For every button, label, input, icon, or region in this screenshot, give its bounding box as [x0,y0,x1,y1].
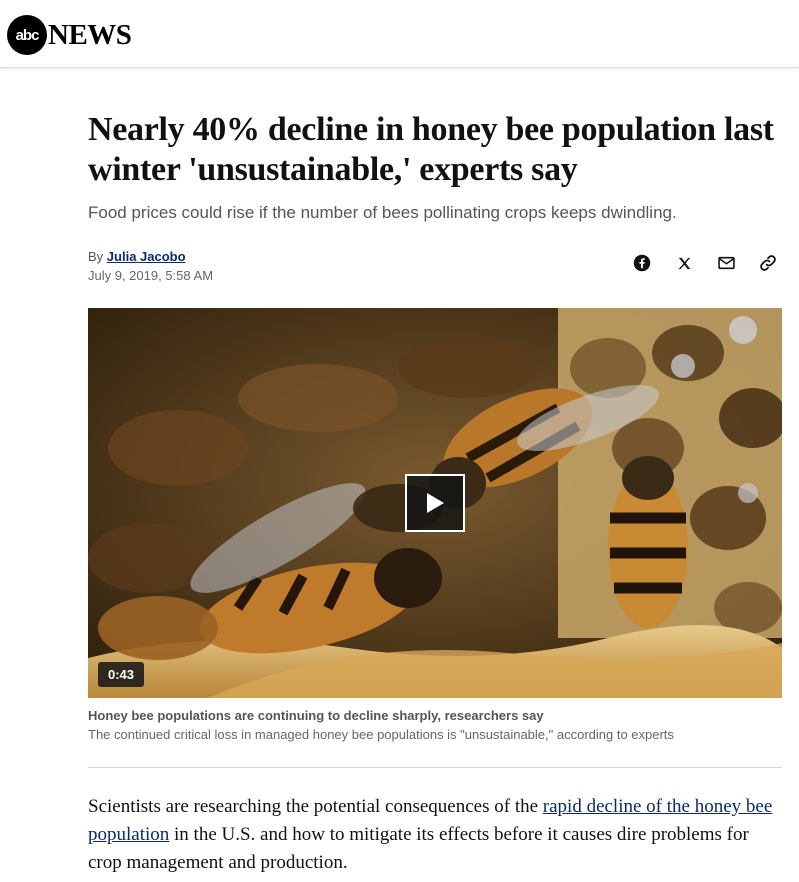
video-caption-text: The continued critical loss in managed h… [88,727,674,742]
video-player[interactable]: 0:43 [88,308,782,698]
link-icon [760,255,776,271]
byline: By Julia Jacobo [88,248,186,266]
abc-news-logo[interactable]: abc NEWS [7,15,132,55]
news-wordmark: NEWS [48,18,132,51]
site-header: abc NEWS [0,0,799,68]
share-bar [628,252,782,274]
video-duration: 0:43 [98,662,145,687]
facebook-share-button[interactable] [628,252,656,274]
copy-link-button[interactable] [754,252,782,274]
email-icon [717,256,735,270]
email-share-button[interactable] [712,252,740,274]
abc-logo-mark: abc [7,15,47,55]
play-icon [427,493,444,513]
publish-date: July 9, 2019, 5:58 AM [88,268,214,283]
facebook-icon [633,254,651,272]
body-text-start: Scientists are researching the potential… [88,796,543,817]
author-link[interactable]: Julia Jacobo [107,249,186,264]
article-headline: Nearly 40% decline in honey bee populati… [88,111,774,188]
x-icon [678,257,690,269]
body-text-end: in the U.S. and how to mitigate its effe… [88,824,749,873]
byline-prefix: By [88,249,104,264]
play-button[interactable] [405,474,465,532]
x-share-button[interactable] [670,252,698,274]
video-caption-title: Honey bee populations are continuing to … [88,708,544,723]
article-subhead: Food prices could rise if the number of … [88,203,677,222]
divider [88,767,782,768]
article-body-paragraph: Scientists are researching the potential… [88,793,778,877]
